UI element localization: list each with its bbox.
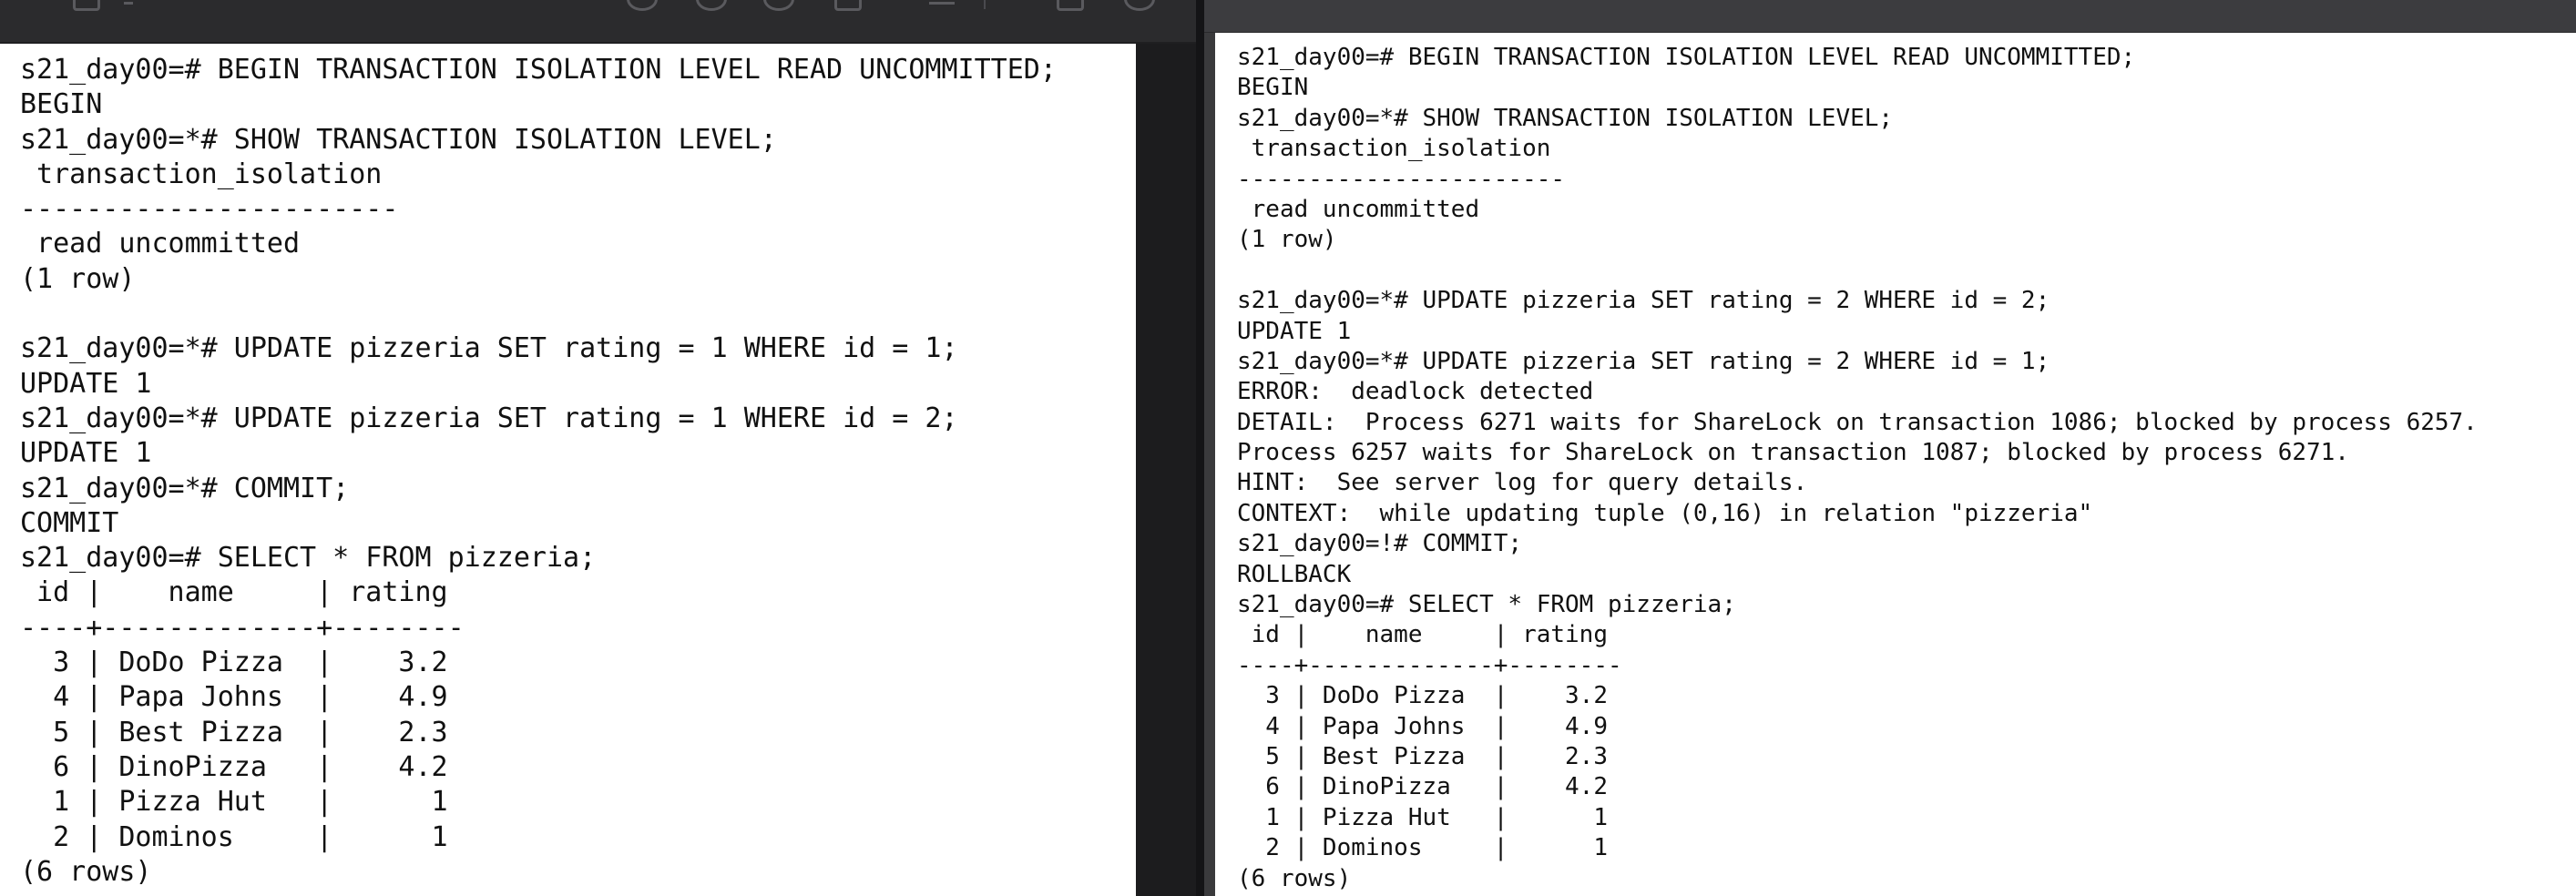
terminal-line: s21_day00=*# SHOW TRANSACTION ISOLATION …: [1237, 104, 1894, 132]
terminal-line: 5 | Best Pizza | 2.3: [1237, 742, 1608, 770]
terminal-line: 6 | DinoPizza | 4.2: [20, 750, 448, 783]
info-icon[interactable]: [627, 0, 658, 11]
terminal-line: s21_day00=*# UPDATE pizzeria SET rating …: [1237, 287, 2050, 315]
terminal-line: BEGIN: [1237, 74, 1309, 102]
terminal-line: ERROR: deadlock detected: [1237, 378, 1594, 406]
terminal-line: transaction_isolation: [20, 158, 383, 190]
left-terminal-window: s21_day00=# BEGIN TRANSACTION ISOLATION …: [0, 0, 1196, 896]
terminal-line: 2 | Dominos | 1: [20, 820, 448, 853]
terminal-line: -----------------------: [20, 193, 399, 226]
terminal-line: DETAIL: Process 6271 waits for ShareLock…: [1237, 408, 2478, 436]
terminal-line: 2 | Dominos | 1: [1237, 834, 1608, 862]
terminal-line: read uncommitted: [1237, 195, 1480, 223]
window-divider: [1196, 0, 1204, 896]
terminal-line: transaction_isolation: [1237, 135, 1551, 163]
terminal-line: ----+-------------+--------: [1237, 651, 1622, 679]
terminal-line: s21_day00=*# UPDATE pizzeria SET rating …: [20, 402, 958, 434]
terminal-line: BEGIN: [20, 88, 103, 121]
terminal-line: s21_day00=# BEGIN TRANSACTION ISOLATION …: [1237, 44, 2136, 71]
terminal-line: UPDATE 1: [20, 367, 152, 400]
highlight-icon[interactable]: [929, 2, 955, 5]
terminal-line: UPDATE 1: [20, 437, 152, 470]
terminal-line: 3 | DoDo Pizza | 3.2: [20, 647, 448, 679]
terminal-line: s21_day00=# SELECT * FROM pizzeria;: [20, 542, 597, 575]
terminal-line: (1 row): [20, 262, 136, 295]
terminal-line: 4 | Papa Johns | 4.9: [20, 681, 448, 714]
terminal-line: 5 | Best Pizza | 2.3: [20, 716, 448, 748]
left-terminal-output[interactable]: s21_day00=# BEGIN TRANSACTION ISOLATION …: [0, 44, 1136, 896]
right-window-titlebar[interactable]: [1204, 0, 2576, 33]
terminal-line: s21_day00=!# COMMIT;: [1237, 530, 1523, 558]
terminal-line: s21_day00=*# COMMIT;: [20, 472, 350, 504]
terminal-line: ----+-------------+--------: [20, 611, 465, 644]
zoom-in-icon[interactable]: [696, 0, 727, 11]
copy-icon[interactable]: [1057, 0, 1084, 11]
terminal-line: 6 | DinoPizza | 4.2: [1237, 773, 1608, 801]
right-terminal-output[interactable]: s21_day00=# BEGIN TRANSACTION ISOLATION …: [1215, 33, 2576, 896]
terminal-line: Process 6257 waits for ShareLock on tran…: [1237, 439, 2349, 467]
chevron-icon[interactable]: [124, 2, 133, 5]
terminal-line: s21_day00=*# UPDATE pizzeria SET rating …: [1237, 347, 2050, 375]
terminal-line: id | name | rating: [1237, 621, 1608, 649]
toolbar-separator: [984, 0, 986, 9]
terminal-line: (1 row): [1237, 226, 1337, 254]
desktop: s21_day00=# BEGIN TRANSACTION ISOLATION …: [0, 0, 2576, 896]
markup-icon[interactable]: [1124, 0, 1155, 11]
terminal-line: 1 | Pizza Hut | 1: [20, 786, 448, 819]
right-terminal-window: s21_day00=# BEGIN TRANSACTION ISOLATION …: [1204, 0, 2576, 896]
terminal-line: (6 rows): [20, 855, 152, 888]
terminal-line: (6 rows): [1237, 864, 1352, 892]
terminal-line: s21_day00=# SELECT * FROM pizzeria;: [1237, 591, 1736, 619]
share-icon[interactable]: [834, 0, 862, 11]
terminal-line: id | name | rating: [20, 576, 448, 609]
terminal-line: COMMIT: [20, 506, 119, 539]
terminal-line: -----------------------: [1237, 165, 1566, 193]
terminal-line: s21_day00=# BEGIN TRANSACTION ISOLATION …: [20, 54, 1057, 86]
left-window-edge: [1136, 44, 1196, 896]
terminal-line: ROLLBACK: [1237, 560, 1352, 588]
terminal-line: UPDATE 1: [1237, 317, 1352, 345]
terminal-line: HINT: See server log for query details.: [1237, 469, 1808, 497]
window-icon[interactable]: [73, 0, 100, 11]
terminal-line: s21_day00=*# UPDATE pizzeria SET rating …: [20, 332, 958, 365]
left-window-toolbar: [0, 0, 1196, 42]
terminal-line: s21_day00=*# SHOW TRANSACTION ISOLATION …: [20, 123, 777, 156]
terminal-line: 3 | DoDo Pizza | 3.2: [1237, 682, 1608, 710]
zoom-out-icon[interactable]: [763, 0, 794, 11]
terminal-line: read uncommitted: [20, 228, 301, 260]
terminal-line: 4 | Papa Johns | 4.9: [1237, 712, 1608, 740]
terminal-line: 1 | Pizza Hut | 1: [1237, 803, 1608, 831]
terminal-line: CONTEXT: while updating tuple (0,16) in …: [1237, 499, 2093, 527]
